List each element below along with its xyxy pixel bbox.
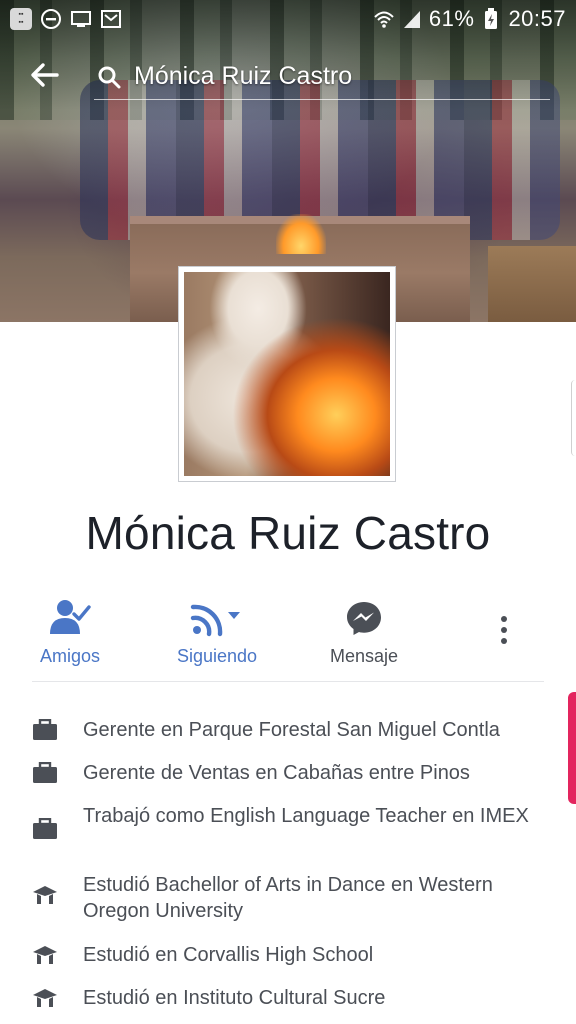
more-vertical-icon [500, 615, 508, 650]
search-icon [94, 62, 124, 92]
profile-actions: Amigos Siguiendo Mensaje [0, 596, 576, 676]
following-button-label: Siguiendo [176, 646, 258, 666]
top-search-bar: Mónica Ruiz Castro [0, 50, 576, 104]
do-not-disturb-icon [40, 8, 62, 30]
profile-photo [184, 272, 390, 476]
cover-flame [276, 214, 326, 254]
battery-percentage: 61% [428, 6, 475, 31]
screen-cast-icon [70, 8, 92, 30]
education-text: Estudió en Corvallis High School [83, 944, 374, 966]
work-text: Gerente en Parque Forestal San Miguel Co… [83, 719, 500, 741]
back-button[interactable] [24, 60, 64, 94]
profile-name: Mónica Ruiz Castro [85, 507, 491, 559]
briefcase-icon [32, 760, 58, 786]
message-button[interactable]: Mensaje [299, 596, 429, 672]
graduation-cap-icon [32, 985, 58, 1011]
search-query-text: Mónica Ruiz Castro [134, 62, 353, 90]
education-text: Estudió Bachellor of Arts in Dance en We… [83, 874, 493, 922]
briefcase-icon [32, 717, 58, 743]
cover-bench [488, 246, 576, 322]
back-arrow-icon [29, 62, 59, 93]
messenger-icon [344, 596, 384, 640]
graduation-cap-icon [32, 882, 58, 908]
education-text: Estudió en Instituto Cultural Sucre [83, 987, 386, 1009]
edge-panel-handle[interactable] [571, 380, 576, 456]
friends-check-icon [48, 596, 92, 640]
status-bar: ▪▪ ▪▪ 61% 20:57 [0, 0, 576, 38]
battery-charging-icon [480, 8, 502, 30]
message-button-label: Mensaje [329, 646, 399, 666]
profile-picture[interactable] [178, 266, 396, 482]
work-text: Trabajó como English Language Teacher en… [83, 805, 529, 827]
wifi-icon [373, 8, 395, 30]
rss-follow-icon [187, 596, 247, 640]
friends-button-label: Amigos [39, 646, 101, 666]
search-input[interactable]: Mónica Ruiz Castro [94, 54, 550, 100]
briefcase-icon [32, 816, 58, 842]
work-text: Gerente de Ventas en Cabañas entre Pinos [83, 762, 470, 784]
status-bar-notifications: ▪▪ ▪▪ [10, 8, 122, 30]
following-button[interactable]: Siguiendo [152, 596, 282, 672]
status-bar-system: 61% 20:57 [373, 6, 566, 32]
app-notification-icon: ▪▪ ▪▪ [10, 8, 32, 30]
friends-button[interactable]: Amigos [5, 596, 135, 672]
section-divider [32, 681, 544, 682]
clock: 20:57 [508, 6, 566, 31]
graduation-cap-icon [32, 942, 58, 968]
more-options-button[interactable] [486, 612, 522, 652]
signal-icon [401, 8, 423, 30]
gmail-icon [100, 8, 122, 30]
edge-floating-tab[interactable] [568, 692, 576, 804]
